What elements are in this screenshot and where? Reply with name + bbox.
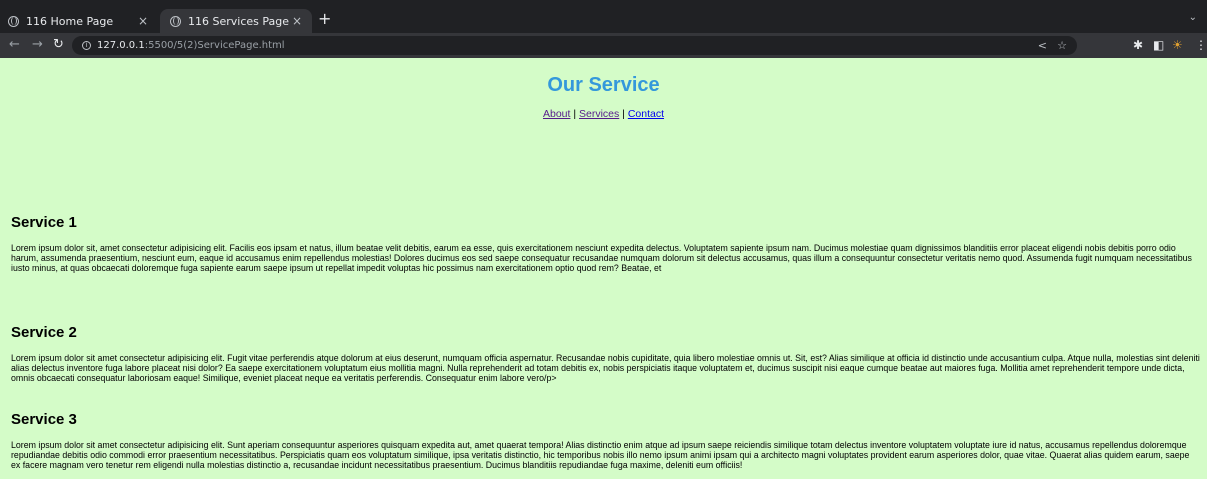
- browser-chrome: 116 Home Page × 116 Services Page × + ⌄ …: [0, 0, 1207, 58]
- address-bar[interactable]: i 127.0.0.1:5500/5(2)ServicePage.html < …: [72, 36, 1077, 55]
- tab-title: 116 Home Page: [26, 14, 114, 28]
- service-body: Lorem ipsum dolor sit, amet consectetur …: [11, 243, 1192, 273]
- service-section: Service 1 Lorem ipsum dolor sit, amet co…: [11, 214, 1201, 273]
- globe-icon: [8, 15, 19, 27]
- services-link[interactable]: Services: [579, 108, 619, 120]
- tab-search-chevron-icon[interactable]: ⌄: [1189, 12, 1197, 23]
- menu-dots-icon[interactable]: ⋮: [1195, 38, 1207, 52]
- tab-services-page[interactable]: 116 Services Page ×: [160, 9, 312, 33]
- tab-bar: 116 Home Page × 116 Services Page × + ⌄: [0, 0, 1207, 33]
- extensions-puzzle-icon[interactable]: ✱: [1133, 38, 1143, 52]
- close-tab-icon[interactable]: ×: [138, 14, 148, 28]
- url-host: 127.0.0.1: [97, 40, 145, 51]
- info-icon[interactable]: i: [82, 41, 91, 50]
- side-panel-icon[interactable]: ◧: [1153, 38, 1164, 52]
- nav-separator: |: [570, 108, 579, 120]
- url-path: :5500/5(2)ServicePage.html: [144, 40, 285, 51]
- service-body: Lorem ipsum dolor sit amet consectetur a…: [11, 440, 1190, 470]
- page-title: Our Service: [547, 74, 660, 96]
- page-content: Our Service About | Services | Contact S…: [0, 58, 1207, 479]
- reload-icon[interactable]: ↻: [53, 37, 64, 52]
- service-heading: Service 3: [11, 411, 77, 428]
- forward-arrow-icon[interactable]: →: [32, 37, 43, 52]
- globe-icon: [170, 15, 181, 27]
- nav-links: About | Services | Contact: [0, 108, 1207, 120]
- close-tab-icon[interactable]: ×: [292, 14, 302, 28]
- bookmark-star-icon[interactable]: ☆: [1057, 39, 1067, 52]
- new-tab-button[interactable]: +: [318, 9, 331, 28]
- share-icon[interactable]: <: [1038, 39, 1047, 52]
- nav-separator: |: [619, 108, 628, 120]
- toolbar: ← → ↻ i 127.0.0.1:5500/5(2)ServicePage.h…: [0, 33, 1207, 58]
- profile-avatar-icon[interactable]: ☀: [1172, 38, 1183, 52]
- service-section: Service 3 Lorem ipsum dolor sit amet con…: [11, 411, 1201, 470]
- about-link[interactable]: About: [543, 108, 570, 120]
- tab-home-page[interactable]: 116 Home Page ×: [8, 9, 158, 33]
- service-heading: Service 2: [11, 324, 77, 341]
- back-arrow-icon[interactable]: ←: [9, 37, 20, 52]
- service-section: Service 2 Lorem ipsum dolor sit amet con…: [11, 324, 1201, 383]
- service-body: Lorem ipsum dolor sit amet consectetur a…: [11, 353, 1200, 383]
- contact-link[interactable]: Contact: [628, 108, 664, 120]
- service-heading: Service 1: [11, 214, 77, 231]
- tab-title: 116 Services Page: [188, 14, 290, 28]
